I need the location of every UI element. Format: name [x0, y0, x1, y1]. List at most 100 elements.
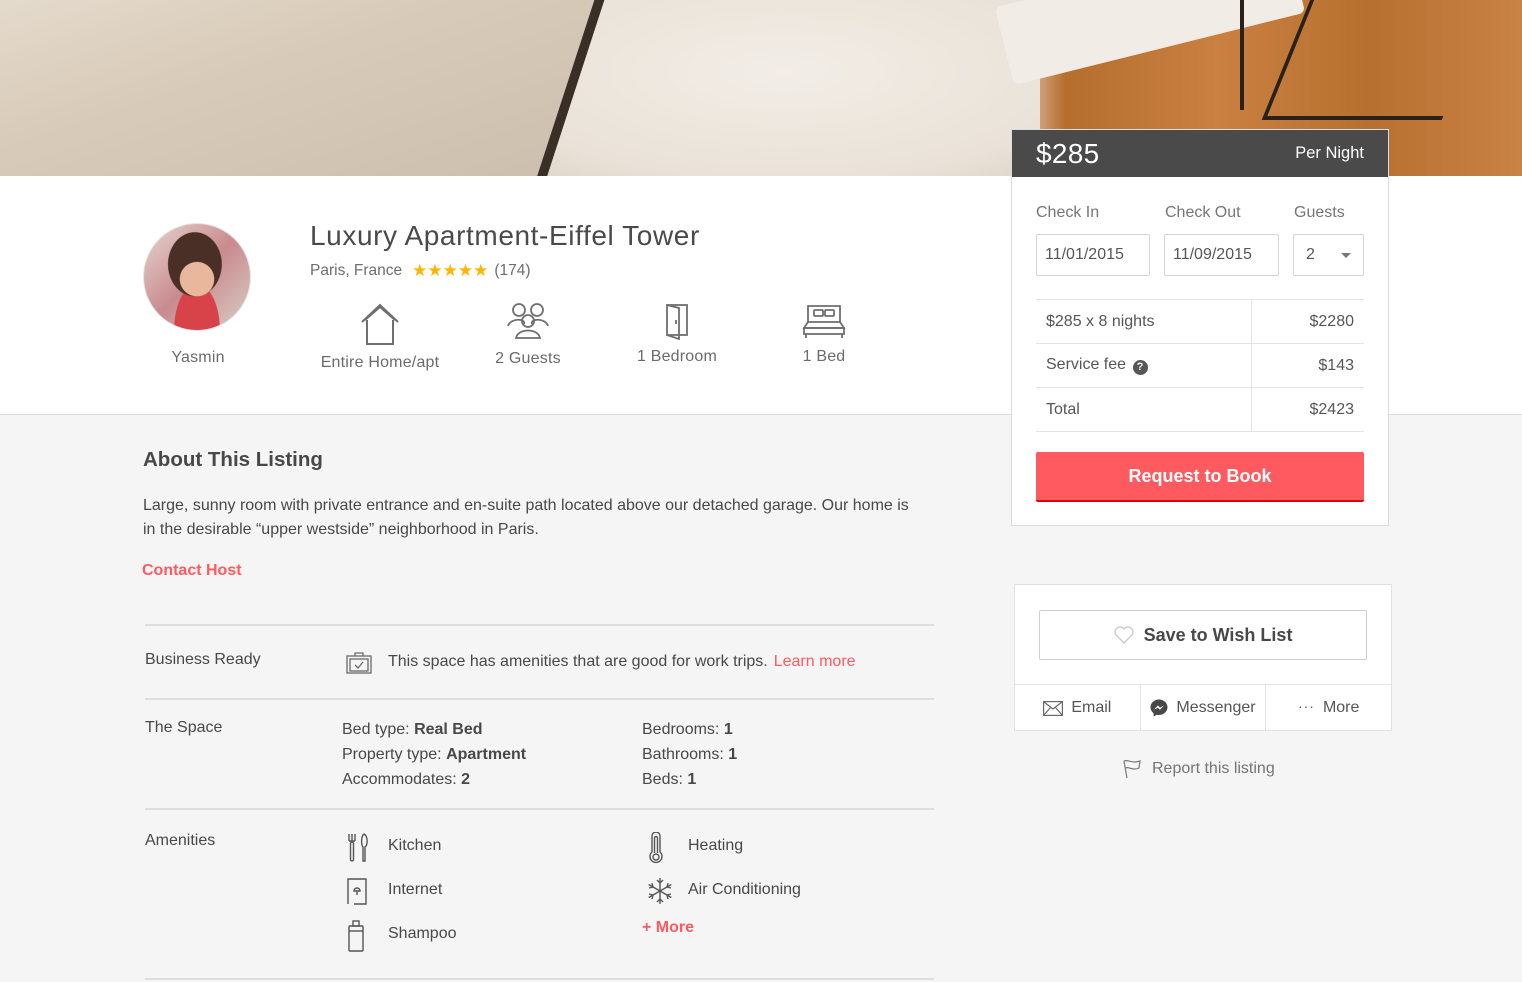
hero-side-table-shape — [1261, 0, 1499, 120]
hero-side-table-leg — [1240, 0, 1244, 110]
check-in-input[interactable]: 11/01/2015 — [1036, 234, 1150, 276]
more-label: More — [1322, 699, 1360, 716]
divider — [145, 978, 934, 980]
divider — [145, 698, 934, 700]
space-key: Property type: — [342, 746, 442, 763]
price-row-total: Total $2423 — [1036, 387, 1364, 432]
space-bathrooms: Bathrooms: 1 — [642, 742, 737, 767]
space-key: Accommodates: — [342, 771, 457, 788]
host-profile[interactable]: Yasmin — [143, 223, 253, 367]
report-label: Report this listing — [1152, 760, 1275, 777]
amenity-label: Internet — [388, 881, 443, 898]
briefcase-check-icon — [346, 652, 372, 674]
help-icon[interactable]: ? — [1132, 360, 1148, 375]
kitchen-icon — [348, 833, 368, 862]
email-share-button[interactable]: Email — [1015, 685, 1140, 731]
shampoo-icon — [348, 920, 364, 952]
contact-host-link[interactable]: Contact Host — [142, 562, 242, 580]
price-row-label: Service fee — [1046, 356, 1127, 373]
summary-beds: 1 Bed — [800, 302, 848, 366]
messenger-share-button[interactable]: Messenger — [1139, 685, 1266, 731]
space-value: Apartment — [446, 746, 527, 763]
space-key: Bathrooms: — [642, 746, 724, 763]
listing-location[interactable]: Paris, France — [310, 262, 402, 280]
hero-sofa-shape — [994, 0, 1306, 86]
space-key: Bedrooms: — [642, 721, 720, 738]
space-key: Beds: — [642, 771, 683, 788]
the-space-label: The Space — [145, 719, 223, 736]
envelope-icon — [1043, 700, 1064, 716]
guests-label: Guests — [1294, 204, 1345, 221]
heating-icon — [649, 832, 663, 864]
internet-icon — [347, 878, 367, 905]
summary-bedrooms: 1 Bedroom — [636, 302, 718, 366]
flag-icon — [1123, 759, 1141, 779]
wish-list-label: Save to Wish List — [1143, 624, 1293, 645]
price-row-label: Total — [1036, 387, 1251, 432]
space-value: 2 — [461, 771, 471, 788]
learn-more-link[interactable]: Learn more — [774, 653, 856, 670]
summary-guests-label: 2 Guests — [495, 350, 561, 367]
review-count[interactable]: (174) — [494, 262, 530, 280]
share-actions: Email Messenger ··· More — [1015, 684, 1391, 731]
about-title: About This Listing — [143, 448, 323, 471]
price-row-amount: $143 — [1250, 343, 1364, 388]
amenity-label: Shampoo — [388, 925, 457, 942]
check-in-value: 11/01/2015 — [1045, 246, 1124, 263]
price-row-amount: $2423 — [1250, 387, 1364, 432]
amenity-kitchen: Kitchen — [348, 833, 442, 862]
about-description: Large, sunny room with private entrance … — [143, 497, 909, 538]
bed-icon — [802, 305, 846, 338]
check-out-label: Check Out — [1165, 204, 1241, 221]
ellipsis-icon: ··· — [1297, 698, 1315, 714]
guests-select[interactable]: 2 — [1293, 234, 1364, 276]
price-bar: $285 Per Night — [1012, 130, 1388, 177]
space-property-type: Property type: Apartment — [342, 742, 526, 767]
business-ready-text: This space has amenities that are good f… — [388, 653, 856, 671]
booking-panel: $285 Per Night Check In Check Out Guests… — [1011, 129, 1389, 526]
check-out-input[interactable]: 11/09/2015 — [1164, 234, 1279, 276]
space-beds: Beds: 1 — [642, 767, 737, 792]
hero-table-shape — [0, 0, 618, 176]
guests-icon — [507, 303, 549, 339]
messenger-icon — [1150, 699, 1168, 717]
more-share-button[interactable]: ··· More — [1265, 685, 1391, 731]
nightly-price: $285 — [1036, 137, 1100, 169]
save-to-wish-list-button[interactable]: Save to Wish List — [1039, 610, 1367, 660]
share-panel: Save to Wish List Email Messenger ··· Mo… — [1014, 584, 1392, 731]
price-row-label-cell: Service fee ? — [1036, 343, 1251, 388]
space-accommodates: Accommodates: 2 — [342, 767, 526, 792]
price-row-label: $285 x 8 nights — [1036, 299, 1251, 344]
divider — [145, 808, 934, 810]
space-bed-type: Bed type: Real Bed — [342, 717, 526, 742]
space-details-left: Bed type: Real Bed Property type: Apartm… — [342, 717, 526, 792]
amenity-shampoo: Shampoo — [348, 920, 457, 952]
space-value: 1 — [723, 721, 733, 738]
guests-value: 2 — [1306, 246, 1315, 263]
rating-stars: ★★★★★ — [412, 261, 489, 280]
price-row-service-fee: Service fee ? $143 — [1036, 343, 1364, 388]
amenity-label: Kitchen — [388, 837, 442, 854]
amenity-air-conditioning: Air Conditioning — [648, 878, 801, 904]
heart-icon — [1113, 626, 1134, 644]
report-listing-link[interactable]: Report this listing — [1122, 759, 1275, 779]
host-name: Yasmin — [171, 349, 225, 366]
host-avatar[interactable] — [143, 223, 251, 331]
price-row-nights: $285 x 8 nights $2280 — [1036, 299, 1364, 344]
check-in-label: Check In — [1036, 204, 1100, 221]
amenity-internet: Internet — [347, 878, 443, 905]
check-out-value: 11/09/2015 — [1173, 246, 1252, 263]
request-to-book-button[interactable]: Request to Book — [1036, 452, 1364, 502]
door-icon — [666, 304, 688, 340]
listing-title: Luxury Apartment-Eiffel Tower — [310, 220, 700, 251]
air-conditioning-icon — [648, 878, 672, 904]
space-value: Real Bed — [414, 721, 483, 738]
amenity-label: Heating — [688, 837, 744, 854]
amenity-label: Air Conditioning — [688, 881, 801, 898]
space-key: Bed type: — [342, 721, 410, 738]
amenities-label: Amenities — [145, 832, 216, 849]
chevron-down-icon — [1341, 252, 1351, 258]
more-amenities-link[interactable]: + More — [642, 919, 694, 937]
space-value: 1 — [728, 746, 738, 763]
email-label: Email — [1071, 699, 1112, 716]
